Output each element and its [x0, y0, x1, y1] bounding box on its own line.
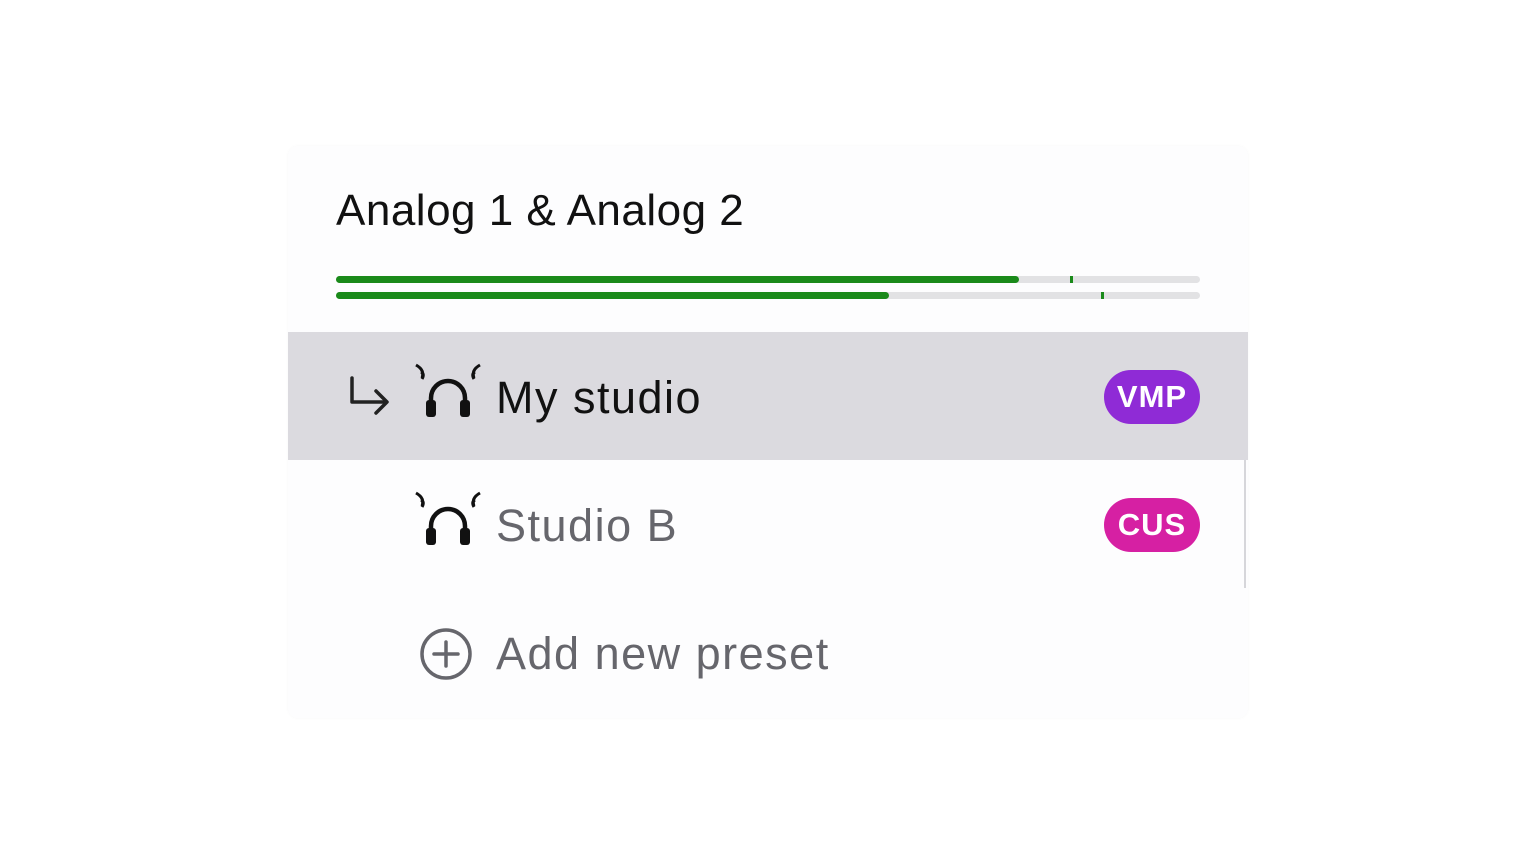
add-new-preset-label: Add new preset — [496, 628, 830, 679]
level-meter-left — [336, 276, 1200, 283]
headphones-icon — [415, 363, 481, 417]
preset-type-badge: CUS — [1104, 498, 1200, 552]
preset-type-badge: VMP — [1104, 370, 1200, 424]
input-preset-panel: Analog 1 & Analog 2 My studio VMP Studio… — [288, 146, 1248, 718]
subdirectory-arrow-icon — [350, 376, 389, 415]
level-meter-right — [336, 292, 1200, 299]
plus-circle-icon — [420, 628, 472, 680]
input-title: Analog 1 & Analog 2 — [336, 186, 745, 235]
preset-label: My studio — [496, 372, 703, 423]
add-new-preset-button[interactable]: Add new preset — [288, 588, 1248, 716]
level-meter-right-fill — [336, 292, 889, 299]
panel-header: Analog 1 & Analog 2 — [288, 146, 1248, 332]
preset-label: Studio B — [496, 500, 679, 551]
level-meter-left-peak — [1070, 276, 1074, 283]
level-meter-right-peak — [1100, 292, 1104, 299]
preset-row-my-studio[interactable]: My studio VMP — [288, 332, 1248, 460]
preset-row-studio-b[interactable]: Studio B CUS — [288, 460, 1248, 588]
level-meter-left-fill — [336, 276, 1019, 283]
headphones-icon — [415, 491, 481, 545]
